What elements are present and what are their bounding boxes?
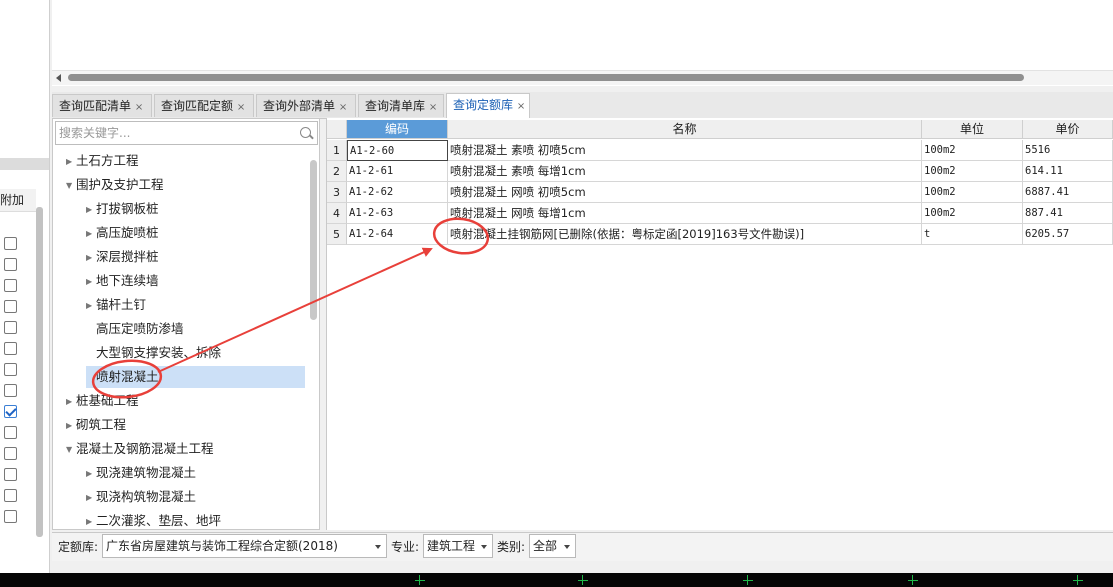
annotation-circle-tree	[91, 359, 163, 399]
annotation-arrow	[157, 247, 433, 373]
annotation-circle-grid	[432, 217, 490, 255]
annotation-overlay	[91, 217, 490, 399]
